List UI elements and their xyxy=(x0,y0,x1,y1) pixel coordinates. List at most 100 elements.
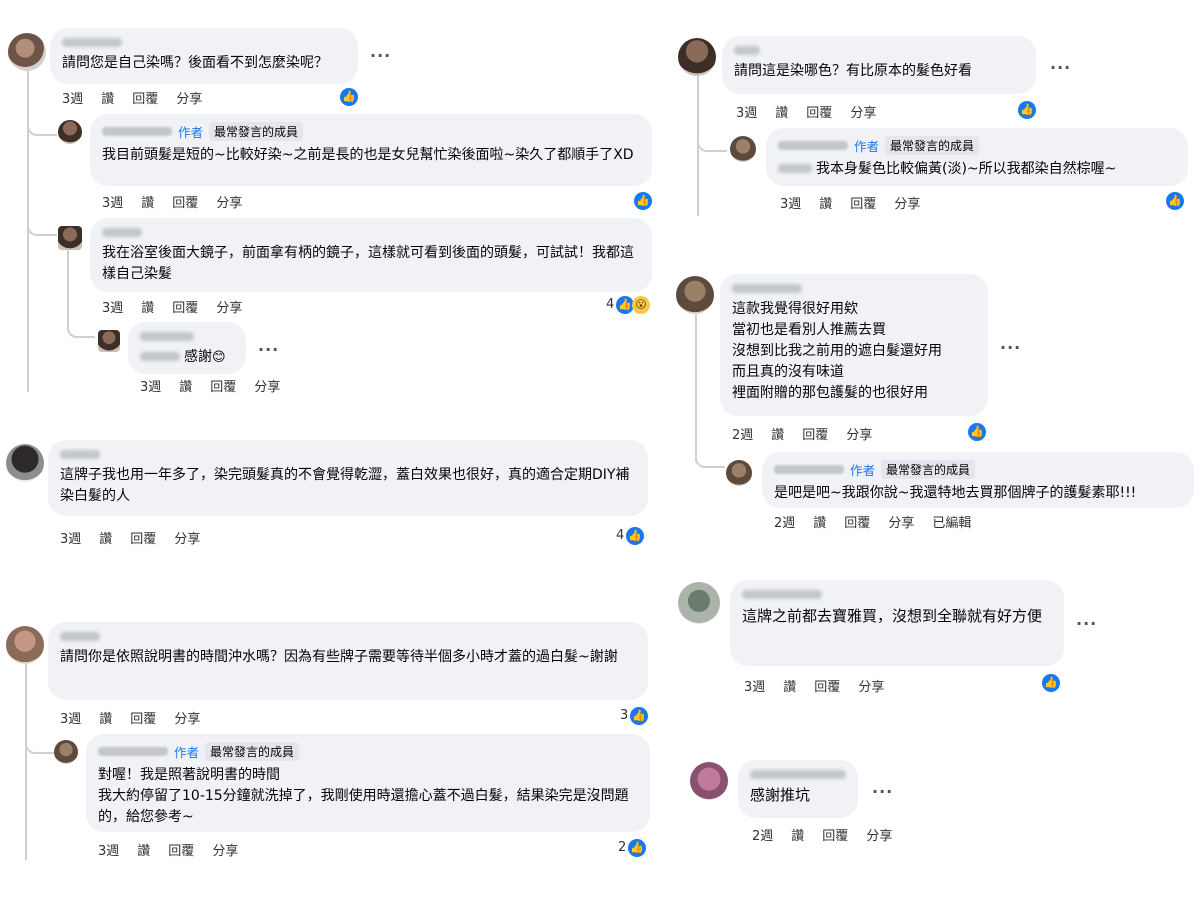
more-options-icon[interactable]: ··· xyxy=(258,340,279,359)
avatar[interactable] xyxy=(678,582,720,624)
thumbs-up-icon[interactable]: 👍 xyxy=(968,423,986,441)
avatar[interactable] xyxy=(6,444,44,482)
reply-button[interactable]: 回覆 xyxy=(172,297,198,316)
like-button[interactable]: 讚 xyxy=(141,192,154,211)
reply-button[interactable]: 回覆 xyxy=(168,840,194,859)
thumbs-up-icon[interactable]: 👍 xyxy=(340,88,358,106)
like-button[interactable]: 讚 xyxy=(141,297,154,316)
timestamp[interactable]: 2週 xyxy=(774,512,795,531)
share-button[interactable]: 分享 xyxy=(866,825,892,844)
commenter-name[interactable] xyxy=(774,465,844,474)
share-button[interactable]: 分享 xyxy=(846,424,872,443)
thumbs-up-icon[interactable]: 👍 xyxy=(628,839,646,857)
avatar[interactable] xyxy=(726,460,752,486)
more-options-icon[interactable]: ··· xyxy=(872,782,893,801)
thumbs-up-icon[interactable]: 👍 xyxy=(1042,674,1060,692)
share-button[interactable]: 分享 xyxy=(894,193,920,212)
reply-button[interactable]: 回覆 xyxy=(130,708,156,727)
like-button[interactable]: 讚 xyxy=(791,825,804,844)
share-button[interactable]: 分享 xyxy=(212,840,238,859)
timestamp[interactable]: 3週 xyxy=(60,528,81,547)
reply-button[interactable]: 回覆 xyxy=(172,192,198,211)
commenter-name[interactable] xyxy=(98,747,168,756)
timestamp[interactable]: 3週 xyxy=(102,297,123,316)
avatar[interactable] xyxy=(54,740,78,764)
thumbs-up-icon[interactable]: 👍 xyxy=(630,707,648,725)
wow-emoji-icon[interactable]: 😮 xyxy=(632,296,650,314)
like-button[interactable]: 讚 xyxy=(101,88,114,107)
more-options-icon[interactable]: ··· xyxy=(370,46,391,65)
timestamp[interactable]: 3週 xyxy=(140,376,161,395)
commenter-name[interactable] xyxy=(60,450,100,459)
avatar[interactable] xyxy=(676,276,714,314)
timestamp[interactable]: 3週 xyxy=(102,192,123,211)
avatar[interactable] xyxy=(678,38,716,76)
timestamp[interactable]: 3週 xyxy=(744,676,765,695)
like-button[interactable]: 讚 xyxy=(99,528,112,547)
mentioned-name[interactable] xyxy=(778,164,812,173)
commenter-name[interactable] xyxy=(140,332,194,341)
timestamp[interactable]: 2週 xyxy=(752,825,773,844)
avatar[interactable] xyxy=(730,136,756,162)
commenter-name[interactable] xyxy=(732,284,802,293)
commenter-name[interactable] xyxy=(778,141,848,150)
commenter-name[interactable] xyxy=(742,590,822,599)
more-options-icon[interactable]: ··· xyxy=(1000,338,1021,357)
share-button[interactable]: 分享 xyxy=(176,88,202,107)
thumbs-up-icon[interactable]: 👍 xyxy=(626,527,644,545)
reaction-count[interactable]: 4 xyxy=(616,528,624,543)
more-options-icon[interactable]: ··· xyxy=(1076,614,1097,633)
thumbs-up-icon[interactable]: 👍 xyxy=(634,192,652,210)
avatar[interactable] xyxy=(58,226,82,250)
reaction-count[interactable]: 4 xyxy=(606,297,614,312)
mentioned-name[interactable] xyxy=(140,352,180,361)
share-button[interactable]: 分享 xyxy=(850,102,876,121)
avatar[interactable] xyxy=(6,626,44,664)
reply-button[interactable]: 回覆 xyxy=(844,512,870,531)
thumbs-up-icon[interactable]: 👍 xyxy=(1166,192,1184,210)
share-button[interactable]: 分享 xyxy=(858,676,884,695)
more-options-icon[interactable]: ··· xyxy=(1050,58,1071,77)
share-button[interactable]: 分享 xyxy=(174,528,200,547)
commenter-name[interactable] xyxy=(750,770,846,779)
avatar[interactable] xyxy=(58,120,82,144)
avatar[interactable] xyxy=(8,33,46,71)
reaction-count[interactable]: 2 xyxy=(618,840,626,855)
reply-button[interactable]: 回覆 xyxy=(802,424,828,443)
timestamp[interactable]: 3週 xyxy=(780,193,801,212)
reply-button[interactable]: 回覆 xyxy=(814,676,840,695)
thumbs-up-icon[interactable]: 👍 xyxy=(1018,101,1036,119)
share-button[interactable]: 分享 xyxy=(174,708,200,727)
reply-button[interactable]: 回覆 xyxy=(850,193,876,212)
timestamp[interactable]: 2週 xyxy=(732,424,753,443)
share-button[interactable]: 分享 xyxy=(254,376,280,395)
timestamp[interactable]: 3週 xyxy=(736,102,757,121)
like-button[interactable]: 讚 xyxy=(137,840,150,859)
like-button[interactable]: 讚 xyxy=(179,376,192,395)
reply-button[interactable]: 回覆 xyxy=(806,102,832,121)
timestamp[interactable]: 3週 xyxy=(62,88,83,107)
avatar[interactable] xyxy=(690,762,728,800)
share-button[interactable]: 分享 xyxy=(888,512,914,531)
like-button[interactable]: 讚 xyxy=(783,676,796,695)
like-button[interactable]: 讚 xyxy=(819,193,832,212)
commenter-name[interactable] xyxy=(102,228,142,237)
reaction-count[interactable]: 3 xyxy=(620,708,628,723)
commenter-name[interactable] xyxy=(62,38,122,47)
share-button[interactable]: 分享 xyxy=(216,297,242,316)
like-button[interactable]: 讚 xyxy=(813,512,826,531)
commenter-name[interactable] xyxy=(102,127,172,136)
avatar[interactable] xyxy=(98,330,120,352)
commenter-name[interactable] xyxy=(60,632,100,641)
timestamp[interactable]: 3週 xyxy=(60,708,81,727)
share-button[interactable]: 分享 xyxy=(216,192,242,211)
reply-button[interactable]: 回覆 xyxy=(132,88,158,107)
like-button[interactable]: 讚 xyxy=(771,424,784,443)
reply-button[interactable]: 回覆 xyxy=(822,825,848,844)
like-button[interactable]: 讚 xyxy=(99,708,112,727)
timestamp[interactable]: 3週 xyxy=(98,840,119,859)
reply-button[interactable]: 回覆 xyxy=(130,528,156,547)
like-button[interactable]: 讚 xyxy=(775,102,788,121)
commenter-name[interactable] xyxy=(734,46,760,55)
reply-button[interactable]: 回覆 xyxy=(210,376,236,395)
